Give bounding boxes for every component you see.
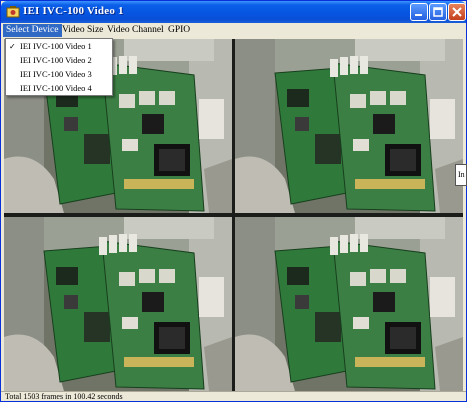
device-menu-item-label: IEI IVC-100 Video 4 bbox=[20, 83, 92, 93]
device-dropdown-menu: ✓ IEI IVC-100 Video 1 IEI IVC-100 Video … bbox=[5, 38, 113, 96]
minimize-button[interactable] bbox=[410, 3, 428, 21]
device-menu-item-label: IEI IVC-100 Video 1 bbox=[20, 41, 92, 51]
device-menu-item[interactable]: IEI IVC-100 Video 4 bbox=[6, 82, 112, 95]
video-tile-2[interactable] bbox=[235, 39, 463, 213]
menu-gpio[interactable]: GPIO bbox=[165, 24, 193, 37]
app-icon bbox=[6, 6, 20, 18]
close-button[interactable] bbox=[448, 3, 466, 21]
close-icon bbox=[452, 7, 462, 17]
video-tile-3[interactable] bbox=[4, 217, 232, 391]
device-menu-item[interactable]: ✓ IEI IVC-100 Video 1 bbox=[6, 40, 112, 53]
device-menu-item[interactable]: IEI IVC-100 Video 3 bbox=[6, 68, 112, 81]
title-bar[interactable]: IEI IVC-100 Video 1 bbox=[1, 1, 466, 23]
status-bar: Total 1503 frames in 100.42 seconds bbox=[1, 391, 466, 401]
app-window: IEI IVC-100 Video 1 Select Device Video … bbox=[0, 0, 467, 402]
menu-bar: Select Device Video Size Video Channel G… bbox=[1, 23, 466, 38]
device-menu-item[interactable]: IEI IVC-100 Video 2 bbox=[6, 54, 112, 67]
status-text: Total 1503 frames in 100.42 seconds bbox=[5, 392, 123, 401]
check-icon: ✓ bbox=[9, 42, 16, 51]
menu-video-channel[interactable]: Video Channel bbox=[104, 24, 167, 37]
side-tooltip: In bbox=[455, 164, 467, 186]
video-tile-4[interactable] bbox=[235, 217, 463, 391]
device-menu-item-label: IEI IVC-100 Video 2 bbox=[20, 55, 92, 65]
menu-select-device[interactable]: Select Device bbox=[3, 24, 62, 37]
maximize-button[interactable] bbox=[429, 3, 447, 21]
device-menu-item-label: IEI IVC-100 Video 3 bbox=[20, 69, 92, 79]
menu-video-size[interactable]: Video Size bbox=[59, 24, 106, 37]
window-title: IEI IVC-100 Video 1 bbox=[23, 5, 124, 17]
maximize-icon bbox=[433, 7, 443, 17]
minimize-icon bbox=[415, 14, 422, 16]
